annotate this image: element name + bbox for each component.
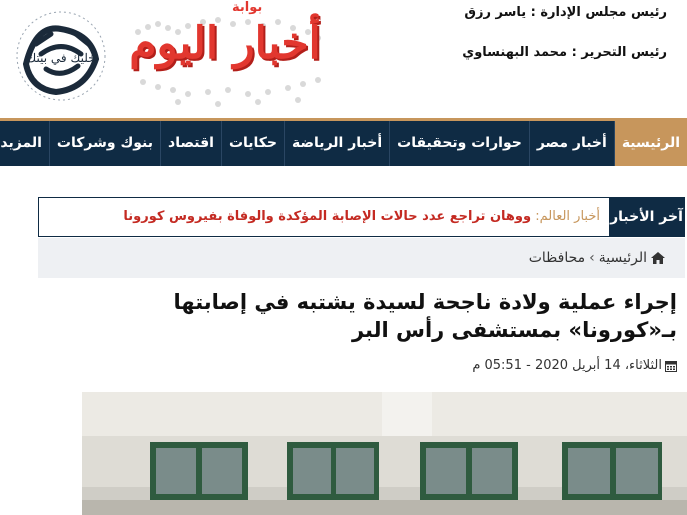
nav-item-economy[interactable]: اقتصاد (160, 121, 221, 166)
nav-item-home[interactable]: الرئيسية (613, 121, 687, 166)
nav-item-more[interactable]: المزيد▼ (0, 121, 49, 166)
masthead-credits: رئيس مجلس الإدارة : ياسر رزق رئيس التحري… (447, 0, 667, 64)
breadcrumb-items: الرئيسية›محافظات (529, 238, 665, 278)
site-header: رئيس مجلس الإدارة : ياسر رزق رئيس التحري… (0, 0, 687, 118)
nav-more-label: المزيد (0, 135, 42, 151)
stay-home-calligraphy-icon: خليك في بيتك (16, 11, 106, 101)
breadcrumb-home-link[interactable]: الرئيسية (599, 250, 647, 266)
nav-item-sports[interactable]: أخبار الرياضة (284, 121, 389, 166)
logo-text: أخبار اليوم (129, 18, 322, 69)
svg-text:خليك في بيتك: خليك في بيتك (26, 51, 95, 65)
calendar-icon (665, 360, 677, 372)
article-photo[interactable] (82, 392, 687, 515)
ticker-headline-link[interactable]: ووهان تراجع عدد حالات الإصابة المؤكدة وا… (123, 209, 531, 224)
ticker-item[interactable]: أخبار العالم: ووهان تراجع عدد حالات الإص… (123, 198, 600, 236)
board-chair: رئيس مجلس الإدارة : ياسر رزق (464, 5, 667, 20)
article-title: إجراء عملية ولادة ناجحة لسيدة يشتبه في إ… (173, 290, 677, 342)
breadcrumb-separator: › (589, 250, 595, 266)
nav-item-interviews[interactable]: حوارات وتحقيقات (389, 121, 529, 166)
site-logo[interactable]: بوابة أخبار اليوم خليك في بيتك (0, 0, 340, 112)
breaking-news-ticker: آخر الأخبار أخبار العالم: ووهان تراجع عد… (38, 197, 685, 237)
logo-small-text: بوابة (232, 0, 263, 15)
breadcrumb-current-link[interactable]: محافظات (529, 250, 585, 266)
main-navigation: الرئيسية أخبار مصر حوارات وتحقيقات أخبار… (0, 118, 687, 166)
breadcrumb: الرئيسية›محافظات (38, 238, 685, 278)
nav-item-egypt-news[interactable]: أخبار مصر (528, 121, 614, 166)
article-date: الثلاثاء، 14 أبريل 2020 - 05:51 م (472, 358, 677, 373)
ticker-label: آخر الأخبار (609, 198, 684, 236)
home-icon (651, 252, 665, 264)
nav-item-stories[interactable]: حكايات (220, 121, 284, 166)
article-date-text: الثلاثاء، 14 أبريل 2020 - 05:51 م (472, 358, 662, 373)
nav-menu: الرئيسية أخبار مصر حوارات وتحقيقات أخبار… (0, 121, 687, 166)
editor-in-chief: رئيس التحرير : محمد البهنساوي (462, 45, 667, 60)
nav-item-banks[interactable]: بنوك وشركات (48, 121, 160, 166)
ticker-category: أخبار العالم: (535, 209, 600, 224)
